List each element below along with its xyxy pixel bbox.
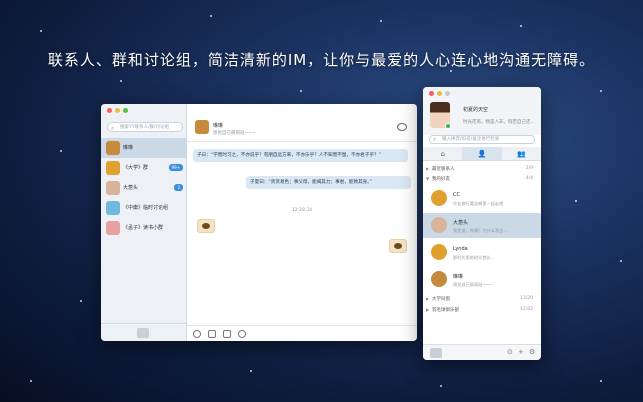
avatar (106, 201, 120, 215)
headline: 联系人、群和讨论组，简洁清新的IM，让你与最爱的人心连心地沟通无障碍。 (47, 51, 596, 69)
conversation-name: 琳琳 (123, 145, 134, 151)
profile-header: 初夏的天空 时光荏苒，物是人非，假若自己还... (423, 87, 541, 135)
conversation-name: 《大学》群 (123, 165, 149, 171)
group-header[interactable]: ▼ 我的好友 4/4 (423, 174, 541, 183)
tab-contacts[interactable]: 👤 (462, 147, 502, 160)
group-count: 12/42 (520, 307, 533, 312)
avatar (431, 244, 447, 260)
profile-name: 初夏的天空 (463, 107, 489, 113)
avatar (431, 271, 447, 287)
conversation-sidebar: ⌕ 搜索YY联系人/群/讨论组 琳琳 《大学》群 99+ 大葱头 2 《中庸》临… (101, 104, 187, 341)
chat-bubble-icon[interactable] (397, 123, 407, 131)
conversation-item[interactable]: 大葱头 2 (101, 178, 187, 198)
avatar (431, 217, 447, 233)
add-icon[interactable]: + (518, 348, 524, 356)
chevron-right-icon: ▶ (426, 296, 430, 301)
chat-header: 琳琳 感觉自己萌萌哒~~~ (187, 104, 417, 142)
conversation-item[interactable]: 《中庸》临时讨论组 (101, 198, 187, 218)
zoom-button[interactable] (123, 108, 128, 113)
avatar (106, 141, 120, 155)
contact-tabs: ⌂ 👤 👥 (423, 147, 541, 161)
settings-circle-icon[interactable]: ⊙ (507, 348, 513, 356)
image-icon[interactable] (223, 330, 231, 338)
avatar (106, 221, 120, 235)
contact-item[interactable]: Lynda 那时光里的时光悠长... (423, 240, 541, 265)
group-name: 最近联系人 (432, 167, 455, 172)
contacts-footer: ⊙ + ⚙ (423, 344, 541, 360)
conversation-item[interactable]: 《孟子》读书小群 (101, 218, 187, 238)
close-button[interactable] (107, 108, 112, 113)
gear-icon[interactable]: ⚙ (529, 348, 535, 356)
search-input[interactable]: ⌕ 搜索YY联系人/群/讨论组 (107, 122, 183, 132)
contact-status: 那时光里的时光悠长... (453, 255, 495, 260)
group-header[interactable]: ▶ 最近联系人 2/9 (423, 164, 541, 173)
conversation-name: 《中庸》临时讨论组 (123, 205, 169, 211)
group-count: 13/20 (520, 296, 533, 301)
contact-search-input[interactable]: ⌕ 输入拼音/ID号/备注进行检索 (429, 135, 535, 144)
contact-item[interactable]: CC 毕业旅行要去哪里一起走吧 (423, 186, 541, 211)
minimize-button[interactable] (437, 91, 442, 96)
sticker-incoming (197, 219, 215, 233)
chat-contact-status: 感觉自己萌萌哒~~~ (213, 131, 256, 136)
app-logo-icon[interactable] (430, 348, 442, 358)
contact-name: Lynda (453, 246, 468, 252)
avatar (106, 181, 120, 195)
search-icon: ⌕ (111, 125, 115, 132)
contact-name: 大葱头 (453, 220, 469, 226)
online-status-icon[interactable] (445, 123, 451, 129)
chat-toolbar (187, 325, 417, 341)
profile-signature[interactable]: 时光荏苒，物是人非，假若自己还... (463, 119, 535, 125)
group-name: 我的好友 (432, 177, 450, 182)
group-header[interactable]: ▶ 大学同窗 13/20 (423, 294, 541, 303)
contact-status: 我是谁，你猜？为什么我会... (453, 228, 508, 233)
conversation-item[interactable]: 琳琳 (101, 138, 187, 158)
message-incoming: 子曰：“学而时习之，不亦说乎？有朋自远方来，不亦乐乎？人不知而不愠，不亦君子乎？… (193, 149, 408, 162)
window-controls (107, 108, 128, 113)
contact-status: 感觉自己萌萌哒~~~ (453, 282, 493, 287)
unread-badge: 2 (174, 184, 183, 191)
group-count: 2/9 (525, 166, 533, 171)
chat-contact-name: 琳琳 (213, 123, 224, 129)
search-icon: ⌕ (433, 136, 437, 143)
contact-status: 毕业旅行要去哪里一起走吧 (453, 201, 504, 206)
contact-item[interactable]: 大葱头 我是谁，你猜？为什么我会... (423, 213, 541, 238)
tab-home[interactable]: ⌂ (423, 147, 463, 160)
contact-name: CC (453, 192, 460, 198)
chevron-down-icon: ▼ (426, 176, 430, 181)
tab-groups[interactable]: 👥 (501, 147, 541, 160)
search-placeholder: 搜索YY联系人/群/讨论组 (120, 125, 170, 130)
avatar (431, 190, 447, 206)
chat-window: ⌕ 搜索YY联系人/群/讨论组 琳琳 《大学》群 99+ 大葱头 2 《中庸》临… (101, 104, 417, 341)
contact-name: 琳琳 (453, 274, 464, 280)
sidebar-footer (101, 323, 187, 341)
clipboard-icon[interactable] (208, 330, 216, 338)
zoom-button[interactable] (445, 91, 450, 96)
message-outgoing: 子夏曰：“贤贤易色；事父母，能竭其力；事君，能致其身。” (246, 176, 411, 189)
contacts-window: 初夏的天空 时光荏苒，物是人非，假若自己还... ⌕ 输入拼音/ID号/备注进行… (423, 87, 541, 360)
group-name: 大学同窗 (432, 297, 450, 302)
chevron-right-icon: ▶ (426, 307, 430, 312)
chevron-right-icon: ▶ (426, 166, 430, 171)
emoji-icon[interactable] (193, 330, 201, 338)
search-placeholder: 输入拼音/ID号/备注进行检索 (442, 137, 500, 142)
unread-badge: 99+ (168, 164, 183, 171)
avatar[interactable] (195, 120, 209, 134)
group-count: 4/4 (525, 176, 533, 181)
window-controls (429, 91, 450, 96)
sticker-outgoing (389, 239, 407, 253)
conversation-name: 大葱头 (123, 185, 139, 191)
message-timestamp: 12:28:34 (291, 208, 313, 213)
group-header[interactable]: ▶ 羽毛球俱乐部 12/42 (423, 305, 541, 314)
chat-panel: 琳琳 感觉自己萌萌哒~~~ 子曰：“学而时习之，不亦说乎？有朋自远方来，不亦乐乎… (187, 104, 417, 341)
app-logo-icon[interactable] (137, 328, 149, 338)
history-clock-icon[interactable] (238, 330, 246, 338)
group-name: 羽毛球俱乐部 (432, 308, 459, 313)
close-button[interactable] (429, 91, 434, 96)
minimize-button[interactable] (115, 108, 120, 113)
conversation-name: 《孟子》读书小群 (123, 225, 164, 231)
avatar (106, 161, 120, 175)
contact-item[interactable]: 琳琳 感觉自己萌萌哒~~~ (423, 267, 541, 292)
conversation-item[interactable]: 《大学》群 99+ (101, 158, 187, 178)
